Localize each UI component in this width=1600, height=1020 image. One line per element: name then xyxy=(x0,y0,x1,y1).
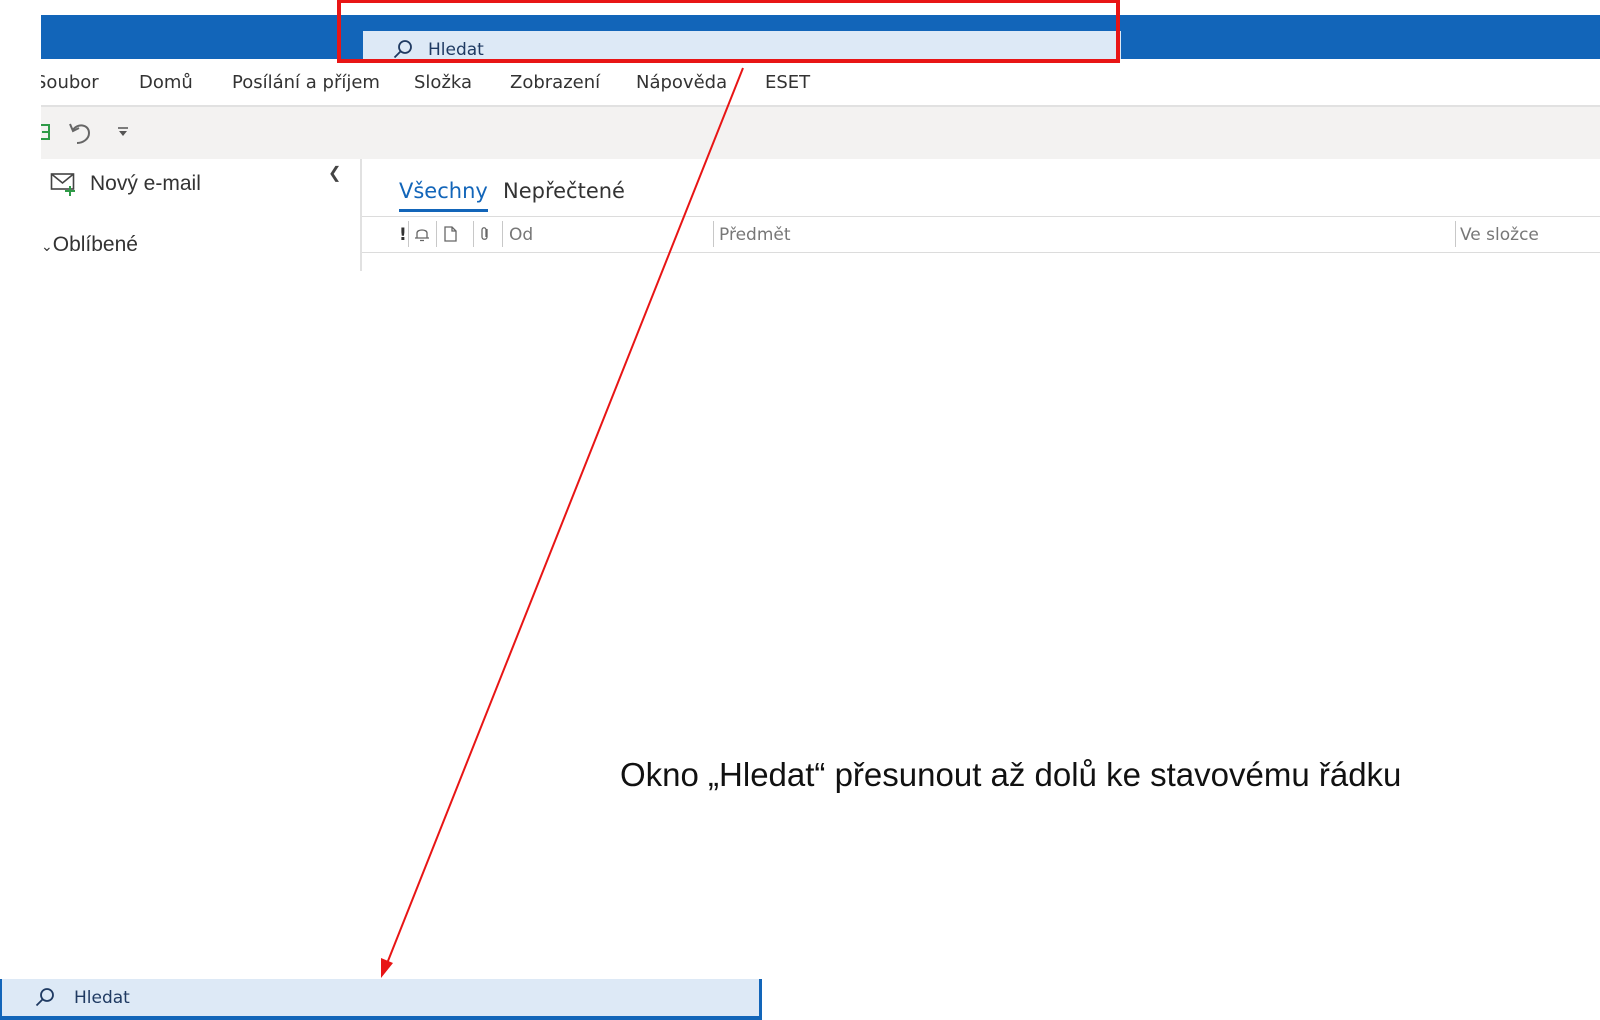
mail-list-pane: Všechny Nepřečtené ! Od Předmět Ve složc… xyxy=(360,159,1600,271)
new-email-label: Nový e-mail xyxy=(90,172,201,195)
chevron-down-icon: ⌄ xyxy=(41,238,53,254)
search-highlight-frame xyxy=(337,0,1120,63)
search-box-bottom[interactable]: Hledat xyxy=(0,979,762,1020)
favorites-header[interactable]: ⌄Oblíbené xyxy=(41,233,138,257)
folder-pane: ❮ Nový e-mail ⌄Oblíbené xyxy=(41,159,360,271)
from-column[interactable]: Od xyxy=(509,225,533,245)
search-label: Hledat xyxy=(74,987,130,1008)
menu-item-domu[interactable]: Domů xyxy=(139,72,193,93)
collapse-pane-icon[interactable]: ❮ xyxy=(328,163,341,183)
menu-item-slozka[interactable]: Složka xyxy=(414,72,472,93)
quick-access-toolbar xyxy=(41,107,1600,159)
favorites-label: Oblíbené xyxy=(52,233,138,256)
send-receive-icon[interactable] xyxy=(41,120,53,144)
undo-icon[interactable] xyxy=(67,120,95,146)
tab-unread[interactable]: Nepřečtené xyxy=(503,179,625,203)
menu-bar: Soubor Domů Posílání a příjem Složka Zob… xyxy=(41,59,1600,107)
menu-item-soubor[interactable]: Soubor xyxy=(41,72,99,93)
search-icon xyxy=(35,987,54,1006)
menu-item-eset[interactable]: ESET xyxy=(765,72,810,93)
instruction-caption: Okno „Hledat“ přesunout až dolů ke stavo… xyxy=(620,756,1402,793)
folder-column[interactable]: Ve složce xyxy=(1460,225,1539,245)
customize-toolbar-icon[interactable] xyxy=(116,125,130,139)
document-icon[interactable] xyxy=(442,225,458,243)
importance-column[interactable]: ! xyxy=(399,225,407,245)
tab-all[interactable]: Všechny xyxy=(399,179,488,212)
menu-item-napoveda[interactable]: Nápověda xyxy=(636,72,727,93)
reminder-bell-icon[interactable] xyxy=(413,225,431,243)
menu-item-zobrazeni[interactable]: Zobrazení xyxy=(510,72,600,93)
column-header-row: ! Od Předmět Ve složce xyxy=(362,216,1600,253)
new-email-button[interactable]: Nový e-mail xyxy=(50,171,201,197)
attachment-icon[interactable] xyxy=(478,225,492,243)
subject-column[interactable]: Předmět xyxy=(719,225,791,245)
menu-item-posilani-a-prijem[interactable]: Posílání a příjem xyxy=(232,72,380,93)
new-email-icon xyxy=(50,173,75,196)
